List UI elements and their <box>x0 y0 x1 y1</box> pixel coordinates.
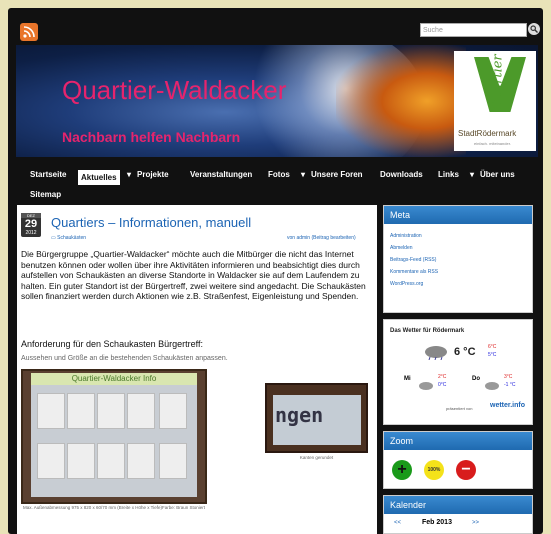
banner-flare <box>336 45 466 157</box>
nav-links[interactable]: Links <box>438 170 459 179</box>
post-heading: Anforderung für den Schaukasten Bürgertr… <box>21 339 203 349</box>
weather-low: 5°C <box>488 352 497 358</box>
meta-link-wordpress[interactable]: WordPress.org <box>384 278 532 290</box>
nav-foren-chevron-icon: ▾ <box>301 170 306 179</box>
calendar-next-button[interactable]: >> <box>472 520 479 526</box>
weather-credit: präsentiert von <box>446 406 473 411</box>
notice-paper <box>97 393 125 429</box>
nav-downloads[interactable]: Downloads <box>380 170 423 179</box>
meta-link-logout[interactable]: Abmelden <box>384 242 532 254</box>
post-date-badge: DEZ 29 2012 <box>21 213 41 237</box>
showcase-caption: Max. Außenabmessung 975 x 820 x 60/70 mm… <box>22 505 206 510</box>
main-content: DEZ 29 2012 Quartiers – Informationen, m… <box>17 205 377 534</box>
nav-sitemap[interactable]: Sitemap <box>30 190 61 199</box>
post-meta[interactable]: von admin (Beitrag bearbeiten) <box>287 235 356 241</box>
cloud-rain-icon <box>424 344 450 365</box>
sidebar: Meta Administration Abmelden Beitrags-Fe… <box>383 205 533 534</box>
nav-startseite[interactable]: Startseite <box>30 170 66 179</box>
notice-paper <box>159 393 187 429</box>
weather-temp: 6 °C <box>454 346 476 358</box>
site-title[interactable]: Quartier-Waldacker <box>62 75 286 106</box>
site-tagline: Nachbarn helfen Nachbarn <box>62 129 241 145</box>
post-date-year: 2012 <box>25 230 37 236</box>
calendar-widget-title: Kalender <box>384 496 532 514</box>
notice-paper <box>67 443 95 479</box>
post-body: Die Bürgergruppe „Quartier-Waldacker“ mö… <box>21 249 366 301</box>
nav-projekte[interactable]: Projekte <box>137 170 169 179</box>
nav-fotos[interactable]: Fotos <box>268 170 290 179</box>
showcase-glass <box>31 385 197 497</box>
logo-slogan: einfach. miteinander. <box>474 141 511 146</box>
showcase-header: Quartier-Waldacker Info <box>31 373 197 385</box>
zoom-reset-button[interactable]: 100% <box>424 460 444 480</box>
weather-brand[interactable]: wetter.info <box>490 402 525 409</box>
weather-day2-high: 3°C <box>504 374 513 380</box>
header-banner: Quartier-Waldacker Nachbarn helfen Nachb… <box>16 45 538 157</box>
meta-link-comments[interactable]: Kommentare als RSS <box>384 266 532 278</box>
meta-link-feed[interactable]: Beitrags-Feed (RSS) <box>384 254 532 266</box>
zoom-widget-title: Zoom <box>384 432 532 450</box>
notice-paper <box>127 443 155 479</box>
weather-day1-high: 2°C <box>438 374 447 380</box>
post-date-day: 29 <box>24 218 38 230</box>
calendar-month: Feb 2013 <box>422 519 452 526</box>
weather-day2-name: Do <box>472 376 480 382</box>
showcase-image[interactable]: Quartier-Waldacker Info <box>21 369 207 504</box>
nav-veranstaltungen[interactable]: Veranstaltungen <box>190 170 252 179</box>
corner-caption: Kanten gerundet <box>299 455 334 460</box>
post-category[interactable]: ▭ Schaukästen <box>51 235 86 241</box>
nav-unsere-foren[interactable]: Unsere Foren <box>311 170 363 179</box>
search-input[interactable]: Suche <box>420 23 527 37</box>
cloud-icon <box>484 378 500 396</box>
corner-image-text: ngen <box>275 403 324 427</box>
search-icon[interactable] <box>528 23 540 35</box>
notice-paper <box>37 443 65 479</box>
main-nav: Startseite Aktuelles ▾ Projekte Veransta… <box>16 158 538 202</box>
notice-paper <box>159 443 187 479</box>
weather-day2-low: -1 °C <box>504 382 516 388</box>
notice-paper <box>127 393 155 429</box>
weather-title: Das Wetter für Rödermark <box>390 328 465 334</box>
zoom-out-button[interactable]: − <box>456 460 476 480</box>
nav-ueber-chevron-icon: ▾ <box>470 170 475 179</box>
logo-city: StadtRödermark <box>458 129 517 138</box>
cloud-icon <box>418 378 434 396</box>
notice-paper <box>37 393 65 429</box>
calendar-widget: Kalender << Feb 2013 >> <box>383 495 533 534</box>
calendar-prev-button[interactable]: << <box>394 520 401 526</box>
notice-paper <box>97 443 125 479</box>
post-category-label[interactable]: Schaukästen <box>57 235 86 241</box>
notice-paper <box>67 393 95 429</box>
post-subtext: Aussehen und Größe an die bestehenden Sc… <box>21 355 228 362</box>
zoom-widget: Zoom + 100% − <box>383 431 533 489</box>
zoom-in-button[interactable]: + <box>392 460 412 480</box>
weather-high: 6°C <box>488 344 497 350</box>
weather-day1-low: 0°C <box>438 382 447 388</box>
top-bar: Suche <box>8 8 543 44</box>
weather-widget: Das Wetter für Rödermark 6 °C 6°C 5°C Mi… <box>383 319 533 425</box>
nav-ueber-uns[interactable]: Über uns <box>480 170 515 179</box>
nav-projekte-chevron-icon: ▾ <box>127 170 132 179</box>
meta-widget: Meta Administration Abmelden Beitrags-Fe… <box>383 205 533 313</box>
nav-aktuelles[interactable]: Aktuelles <box>78 170 120 185</box>
post-title[interactable]: Quartiers – Informationen, manuell <box>51 215 251 230</box>
city-logo: Quartier StadtRödermark einfach. miteina… <box>454 51 536 151</box>
logo-text: Quartier <box>490 54 506 111</box>
meta-widget-title: Meta <box>384 206 532 224</box>
corner-detail-image[interactable]: ngen <box>265 383 368 453</box>
weather-day1-name: Mi <box>404 376 411 382</box>
meta-link-admin[interactable]: Administration <box>384 224 532 242</box>
rss-icon[interactable] <box>20 23 38 41</box>
